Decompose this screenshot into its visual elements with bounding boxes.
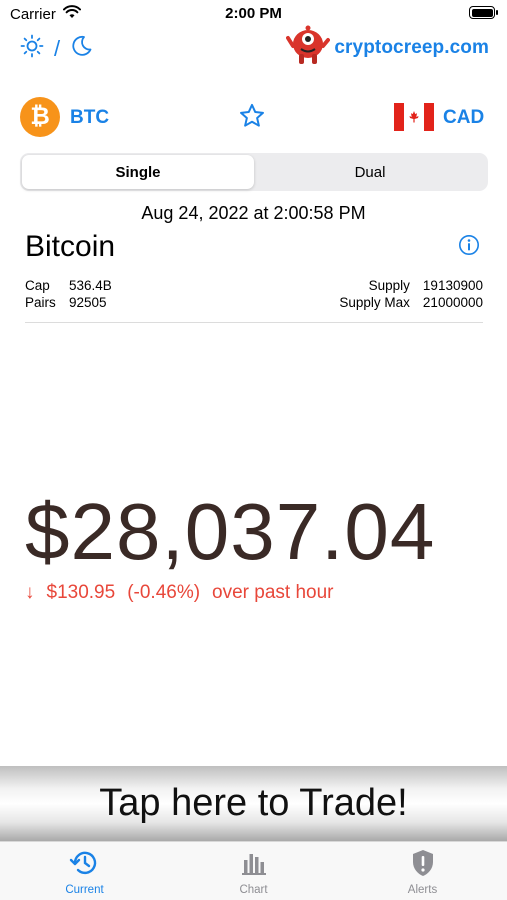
tab-chart-label: Chart — [239, 884, 268, 896]
shield-alert-icon — [407, 848, 439, 881]
current-price: $28,037.04 — [25, 487, 436, 576]
segment-single[interactable]: Single — [22, 155, 254, 189]
tab-chart[interactable]: Chart — [169, 842, 338, 900]
bitcoin-icon[interactable]: ₿ — [20, 97, 60, 137]
change-period: over past hour — [212, 582, 334, 603]
coin-symbol-button[interactable]: BTC — [70, 107, 109, 129]
monster-mascot-icon — [286, 24, 331, 71]
view-mode-segmented-control: Single Dual — [20, 153, 488, 191]
brand-name: cryptocreep.com — [334, 36, 489, 58]
change-amount: $130.95 — [46, 582, 116, 603]
currency-button[interactable]: CAD — [443, 107, 484, 129]
tab-current[interactable]: Current — [0, 842, 169, 900]
segment-dual[interactable]: Dual — [254, 155, 486, 189]
sun-icon[interactable] — [20, 34, 44, 63]
divider — [25, 322, 483, 323]
change-percent: (-0.46%) — [127, 582, 201, 603]
tab-alerts[interactable]: Alerts — [338, 842, 507, 900]
theme-separator: / — [54, 35, 61, 61]
battery-icon — [469, 6, 498, 19]
price-timestamp: Aug 24, 2022 at 2:00:58 PM — [141, 203, 366, 223]
price-change: ↓ $130.95 (-0.46%) over past hour — [25, 582, 334, 604]
brand-logo[interactable]: cryptocreep.com — [286, 24, 489, 71]
info-icon[interactable] — [458, 234, 480, 261]
down-arrow-icon: ↓ — [25, 582, 35, 603]
trade-button[interactable]: Tap here to Trade! — [0, 766, 507, 841]
moon-icon[interactable] — [70, 35, 92, 62]
history-clock-icon — [69, 848, 101, 881]
theme-toggle: / — [20, 34, 92, 63]
stat-cap: Cap 536.4B — [25, 278, 112, 293]
tab-bar: Current Chart Alerts — [0, 841, 507, 900]
coin-currency-row: ₿ BTC CAD — [0, 96, 507, 140]
canada-flag-icon[interactable] — [394, 103, 434, 131]
coin-name: Bitcoin — [25, 230, 116, 263]
status-time: 2:00 PM — [225, 5, 282, 22]
bar-chart-icon — [238, 848, 270, 881]
stats-left: Cap 536.4B Pairs 92505 — [25, 277, 112, 311]
tab-alerts-label: Alerts — [407, 884, 438, 896]
stat-supply: Supply 19130900 — [368, 278, 483, 293]
stats-right: Supply 19130900 Supply Max 21000000 — [339, 277, 483, 311]
stat-pairs: Pairs 92505 — [25, 295, 107, 310]
tab-current-label: Current — [65, 884, 104, 896]
star-outline-icon[interactable] — [238, 102, 266, 135]
stat-supply-max: Supply Max 21000000 — [339, 295, 483, 310]
